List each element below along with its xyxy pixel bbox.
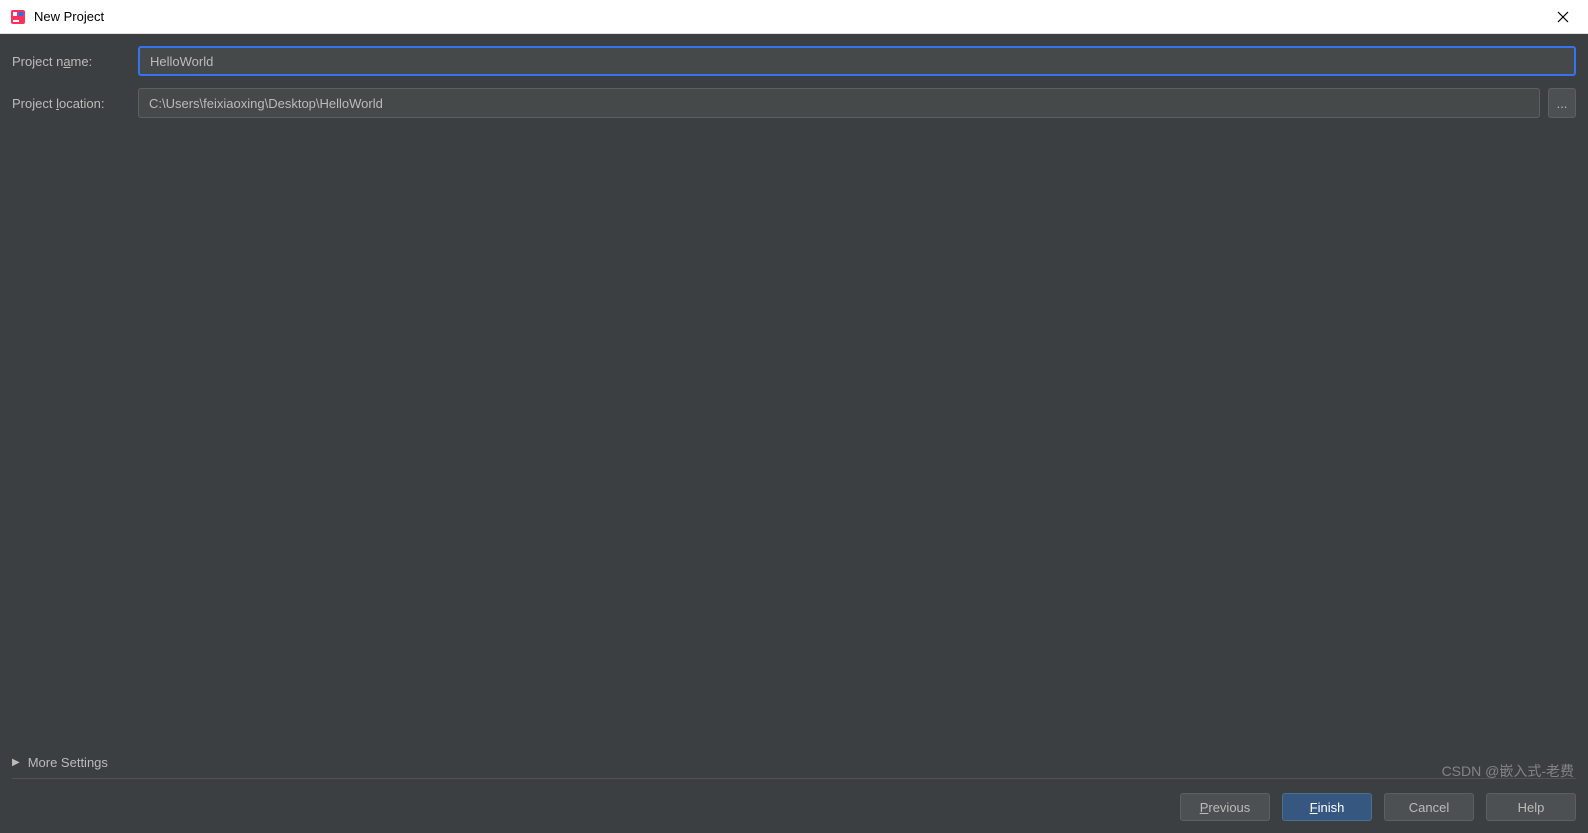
- project-name-input[interactable]: [138, 46, 1576, 76]
- previous-button[interactable]: Previous: [1180, 793, 1270, 821]
- project-name-row: Project name:: [12, 46, 1576, 76]
- finish-button[interactable]: Finish: [1282, 793, 1372, 821]
- form-area: Project name: Project location: ... ▶ Mo…: [12, 46, 1576, 779]
- project-name-label: Project name:: [12, 54, 130, 69]
- project-location-input[interactable]: [138, 88, 1540, 118]
- button-bar: Previous Finish Cancel Help: [12, 779, 1576, 821]
- browse-button[interactable]: ...: [1548, 88, 1576, 118]
- app-icon: [10, 9, 26, 25]
- help-button[interactable]: Help: [1486, 793, 1576, 821]
- dialog-content: Project name: Project location: ... ▶ Mo…: [0, 34, 1588, 833]
- project-location-row: Project location: ...: [12, 88, 1576, 118]
- window-title: New Project: [34, 9, 1548, 24]
- project-location-label: Project location:: [12, 96, 130, 111]
- close-button[interactable]: [1548, 2, 1578, 32]
- cancel-button[interactable]: Cancel: [1384, 793, 1474, 821]
- chevron-right-icon: ▶: [12, 757, 20, 768]
- titlebar: New Project: [0, 0, 1588, 34]
- more-settings-label: More Settings: [28, 755, 108, 770]
- more-settings-toggle[interactable]: ▶ More Settings: [12, 747, 1576, 779]
